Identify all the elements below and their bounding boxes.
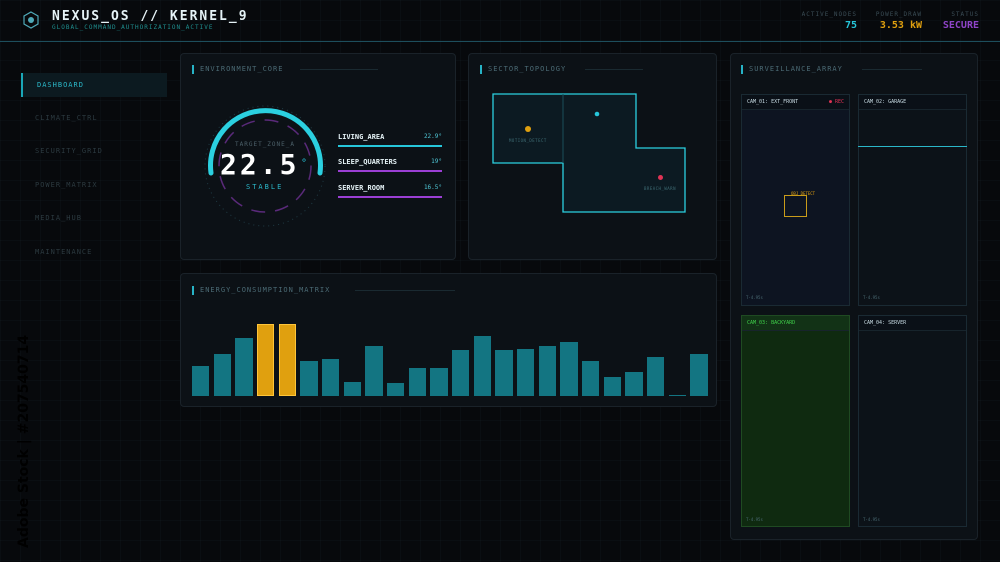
stat-value: 75 [844,20,857,31]
zone-bar-sleep [338,170,442,172]
camera-timestamp: T-4.95s [863,295,880,300]
gauge-state: STABLE [246,183,284,191]
zone-bar-living [338,145,442,147]
zone-value-server: 16.5° [423,184,442,191]
panel-divider [355,290,455,291]
camera-label: CAM_04: SERVER [859,316,966,331]
energy-bar[interactable] [278,324,296,396]
motion-marker-icon[interactable] [524,125,532,133]
camera-timestamp: T-4.95s [863,517,880,522]
panel-divider [862,69,922,70]
sidebar-item-security[interactable]: SECURITY_GRID [21,139,167,163]
sidebar-item-maintenance[interactable]: MAINTENANCE [21,240,167,264]
zone-value-living: 22.9° [423,133,442,140]
watermark-text: Adobe Stock | #207540714 [16,335,32,548]
sidebar-item-power[interactable]: POWER_MATRIX [21,173,167,197]
zone-label-server: SERVER_ROOM [338,184,385,192]
energy-bar[interactable] [603,377,621,396]
energy-bar[interactable] [647,357,665,396]
camera-timestamp: T-4.95s [746,517,763,522]
detection-label: OBJ_DETECT [791,191,816,196]
energy-bar[interactable] [387,383,405,396]
energy-bar[interactable] [257,324,275,396]
energy-bar[interactable] [322,359,340,396]
energy-bar[interactable] [300,361,318,396]
energy-bar[interactable] [408,368,426,396]
energy-bar[interactable] [668,395,686,396]
energy-bar[interactable] [473,336,491,396]
camera-label: CAM_02: GARAGE [859,95,966,110]
camera-timestamp: T-4.95s [746,295,763,300]
energy-bar[interactable] [582,361,600,396]
gauge-target-label: TARGET_ZONE_A [235,141,295,148]
zone-label-living: LIVING_AREA [338,133,385,141]
marker-label-breach: BREACH_WARN [644,186,676,191]
camera-feed-04[interactable]: CAM_04: SERVER [858,315,967,527]
hexagon-logo-icon [23,11,39,29]
panel-divider [300,69,378,70]
panel-title: SURVEILLANCE_ARRAY [741,65,843,74]
camera-label: CAM_01: EXT_FRONT ● REC [742,95,849,110]
floor-plan-map[interactable] [490,90,690,216]
detection-box [784,195,807,217]
energy-bar[interactable] [538,346,556,396]
panel-title: SECTOR_TOPOLOGY [480,65,566,74]
energy-bar[interactable] [430,368,448,396]
scan-line [858,146,967,147]
energy-bar[interactable] [495,350,513,396]
energy-bar[interactable] [517,349,535,396]
sidebar-item-dashboard[interactable]: DASHBOARD [21,73,167,97]
energy-bar[interactable] [235,338,253,396]
stock-watermark: Adobe Stock | #207540714 [16,335,32,548]
stat-value: SECURE [942,20,979,31]
camera-feed-03[interactable]: CAM_03: BACKYARD [741,315,850,527]
rec-indicator: ● REC [828,99,844,105]
energy-bar[interactable] [343,382,361,396]
gauge-temperature-value: 22.5 [220,148,300,181]
zone-label-sleep: SLEEP_QUARTERS [338,158,398,166]
stat-value: 3.53 kW [879,20,922,31]
stat-label: ACTIVE_NODES [801,11,857,18]
panel-title: ENVIRONMENT_CORE [192,65,283,74]
sidebar-item-media[interactable]: MEDIA_HUB [21,206,167,230]
app-subtitle: GLOBAL_COMMAND_AUTHORIZATION_ACTIVE [52,24,214,31]
stat-status: STATUS SECURE [943,11,979,31]
zone-bar-server [338,196,442,198]
energy-bar[interactable] [365,346,383,396]
panel-divider [585,69,643,70]
energy-bar[interactable] [213,354,231,396]
energy-bar[interactable] [452,350,470,396]
sidebar-item-climate[interactable]: CLIMATE_CTRL [21,106,167,130]
energy-bar[interactable] [560,342,578,396]
camera-label: CAM_03: BACKYARD [742,316,849,331]
energy-bar-chart [190,310,710,396]
energy-bar[interactable] [192,366,210,396]
energy-bar[interactable] [690,354,708,396]
stat-label: STATUS [951,11,979,18]
energy-bar[interactable] [625,372,643,396]
stat-active-nodes: ACTIVE_NODES 75 [802,11,857,31]
panel-title: ENERGY_CONSUMPTION_MATRIX [192,286,330,295]
camera-feed-02[interactable]: CAM_02: GARAGE [858,94,967,306]
sensor-marker-icon[interactable] [594,111,600,117]
breach-marker-icon[interactable] [657,174,664,181]
app-title: NEXUS_OS // KERNEL_9 [52,9,249,24]
degree-symbol: ° [301,158,308,169]
stat-power-draw: POWER_DRAW 3.53 kW [876,11,922,31]
zone-value-sleep: 19° [431,158,442,165]
stat-label: POWER_DRAW [875,11,922,18]
marker-label-motion: MOTION_DETECT [509,138,547,143]
